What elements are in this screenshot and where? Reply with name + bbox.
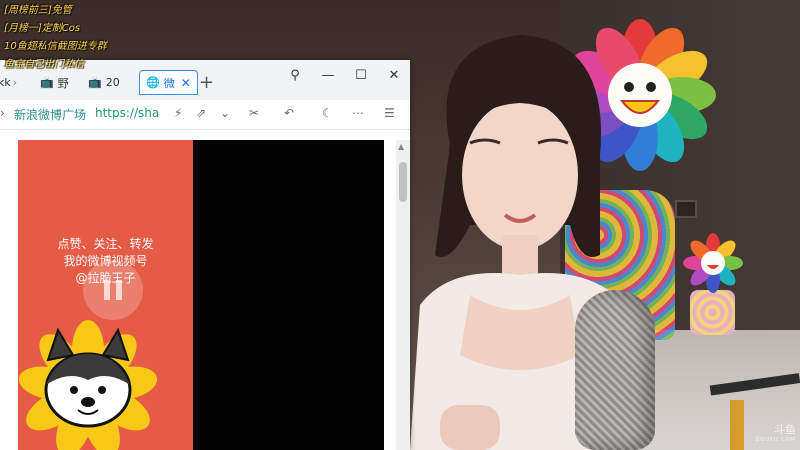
tab-label: 20 bbox=[105, 76, 120, 89]
tab-overflow-icon: › bbox=[12, 76, 18, 89]
pause-icon-bar bbox=[116, 280, 122, 300]
pin-icon[interactable]: ⚲ bbox=[285, 68, 305, 83]
bilibili-icon: 📺 bbox=[88, 76, 102, 89]
microphone bbox=[575, 290, 655, 450]
pause-icon-bar bbox=[104, 280, 110, 300]
weibo-bookmark-link[interactable]: 新浪微博广场 bbox=[14, 106, 86, 123]
share-icon[interactable]: ⇗ bbox=[196, 106, 206, 120]
globe-icon: 🌐 bbox=[146, 76, 160, 89]
video-player[interactable]: 点赞、关注、转发 我的微博视频号 @拉脆王子 bbox=[18, 140, 384, 450]
new-tab-button[interactable]: + bbox=[199, 72, 214, 93]
bilibili-icon: 📺 bbox=[40, 76, 54, 89]
minimize-button[interactable]: — bbox=[318, 68, 338, 83]
page-viewport: 点赞、关注、转发 我的微博视频号 @拉脆王子 ▲ bbox=[0, 130, 410, 450]
hamburger-menu-icon[interactable]: ☰ bbox=[384, 106, 395, 120]
tab-label: 微 bbox=[163, 76, 175, 90]
announcement-line: [月榜一]定制Cos bbox=[4, 23, 81, 34]
announcement-line: [周榜前三]免管 bbox=[4, 5, 72, 16]
video-promo-panel: 点赞、关注、转发 我的微博视频号 @拉脆王子 bbox=[18, 140, 193, 450]
back-icon[interactable]: › bbox=[0, 106, 5, 120]
maximize-button[interactable]: ☐ bbox=[351, 68, 371, 83]
video-caption-line: 点赞、关注、转发 bbox=[57, 237, 154, 251]
tab-label: kk bbox=[0, 76, 11, 89]
more-menu-button[interactable]: ⋯ bbox=[352, 106, 364, 120]
browser-window: kk › 📺 野 📺 20 🌐 微 ✕ + ⚲ — ☐ ✕ › 新浪微博广场 h… bbox=[0, 60, 410, 450]
address-bar[interactable]: https://sha bbox=[95, 106, 159, 120]
tab-4-active[interactable]: 🌐 微 ✕ bbox=[139, 70, 198, 95]
small-flower-decoration bbox=[683, 233, 743, 293]
husky-sunflower-mascot bbox=[18, 320, 158, 450]
scroll-up-icon[interactable]: ▲ bbox=[398, 142, 404, 151]
tab-close-icon[interactable]: ✕ bbox=[181, 76, 191, 90]
browser-toolbar: › 新浪微博广场 https://sha ⚡ ⇗ ⌄ ✂ ↶ ☾ ⋯ ☰ bbox=[0, 100, 410, 130]
night-mode-icon[interactable]: ☾ bbox=[322, 106, 333, 120]
vertical-scrollbar[interactable]: ▲ bbox=[396, 140, 410, 450]
announcement-line: 鱼宝自己出门私信 bbox=[4, 59, 84, 70]
wall-outlet bbox=[675, 200, 697, 218]
stream-announcements: [周榜前三]免管 [月榜一]定制Cos 10鱼翅私信截图进专群 鱼宝自己出门私信 bbox=[4, 2, 107, 74]
tab-label: 野 bbox=[57, 76, 69, 90]
douyu-watermark: 斗鱼 DOUYU.COM bbox=[756, 424, 797, 446]
scroll-thumb[interactable] bbox=[399, 162, 407, 202]
small-figure-decoration bbox=[690, 290, 735, 335]
announcement-line: 10鱼翅私信截图进专群 bbox=[4, 41, 107, 52]
lightning-icon[interactable]: ⚡ bbox=[174, 106, 182, 120]
chevron-down-icon[interactable]: ⌄ bbox=[220, 106, 230, 120]
undo-icon[interactable]: ↶ bbox=[284, 106, 294, 120]
watermark-domain: DOUYU.COM bbox=[755, 437, 796, 443]
scissors-icon[interactable]: ✂ bbox=[249, 106, 259, 120]
close-window-button[interactable]: ✕ bbox=[384, 68, 404, 83]
